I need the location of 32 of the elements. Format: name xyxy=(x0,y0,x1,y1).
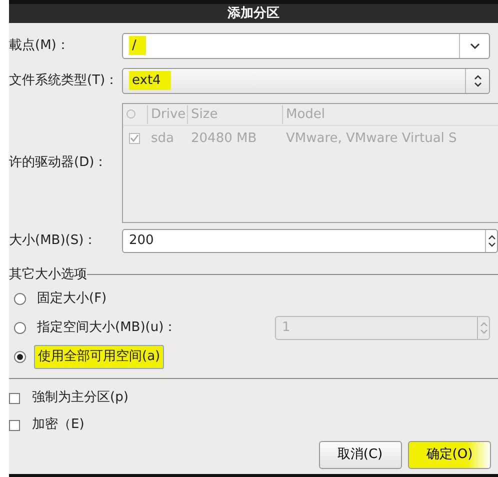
radio-label[interactable]: 固定大小(F) xyxy=(34,288,110,310)
mount-point-combo[interactable]: / xyxy=(122,33,490,59)
spin-arrows-icon xyxy=(480,321,488,335)
field-label: 许的驱动器(D)： xyxy=(9,154,108,172)
radio-button[interactable] xyxy=(14,351,26,363)
check-icon xyxy=(130,134,139,142)
field-label: 文件系统类型(T)： xyxy=(9,72,120,90)
dialog-button[interactable]: 取消(C) xyxy=(318,440,402,468)
space-size-spin-field: 1 xyxy=(275,316,490,340)
filesystem-select[interactable]: ext4 xyxy=(122,68,490,94)
spin-arrows-icon xyxy=(488,234,496,248)
dialog-button[interactable]: 确定(O) xyxy=(408,440,491,468)
checkbox-label[interactable]: 加密（E) xyxy=(32,415,84,435)
size-spin-field[interactable]: 200 xyxy=(122,229,498,253)
chevron-down-icon xyxy=(470,43,480,49)
field-label: 載点(M)： xyxy=(9,37,70,56)
section-title: 其它大小选项 xyxy=(9,266,87,284)
checkbox-label[interactable]: 強制为主分区(p) xyxy=(32,388,128,408)
circle-icon xyxy=(126,109,136,120)
table-cell-text: 20480 MB xyxy=(190,130,258,148)
radio-button[interactable] xyxy=(14,293,26,305)
checkbox[interactable] xyxy=(9,420,20,430)
table-cell-text: VMware, VMware Virtual S xyxy=(285,130,458,148)
field-value: 200 xyxy=(129,232,155,250)
field-value: ext4 xyxy=(129,71,171,90)
up-down-chevron-icon xyxy=(474,75,482,87)
table-cell-text: sda xyxy=(150,130,175,148)
window-title: 添加分区 xyxy=(9,4,498,23)
field-label: 大小(MB)(S)： xyxy=(9,232,98,250)
field-value: / xyxy=(129,36,146,56)
radio-label[interactable]: 使用全部可用空间(a) xyxy=(34,345,164,369)
checkbox[interactable] xyxy=(9,392,20,404)
